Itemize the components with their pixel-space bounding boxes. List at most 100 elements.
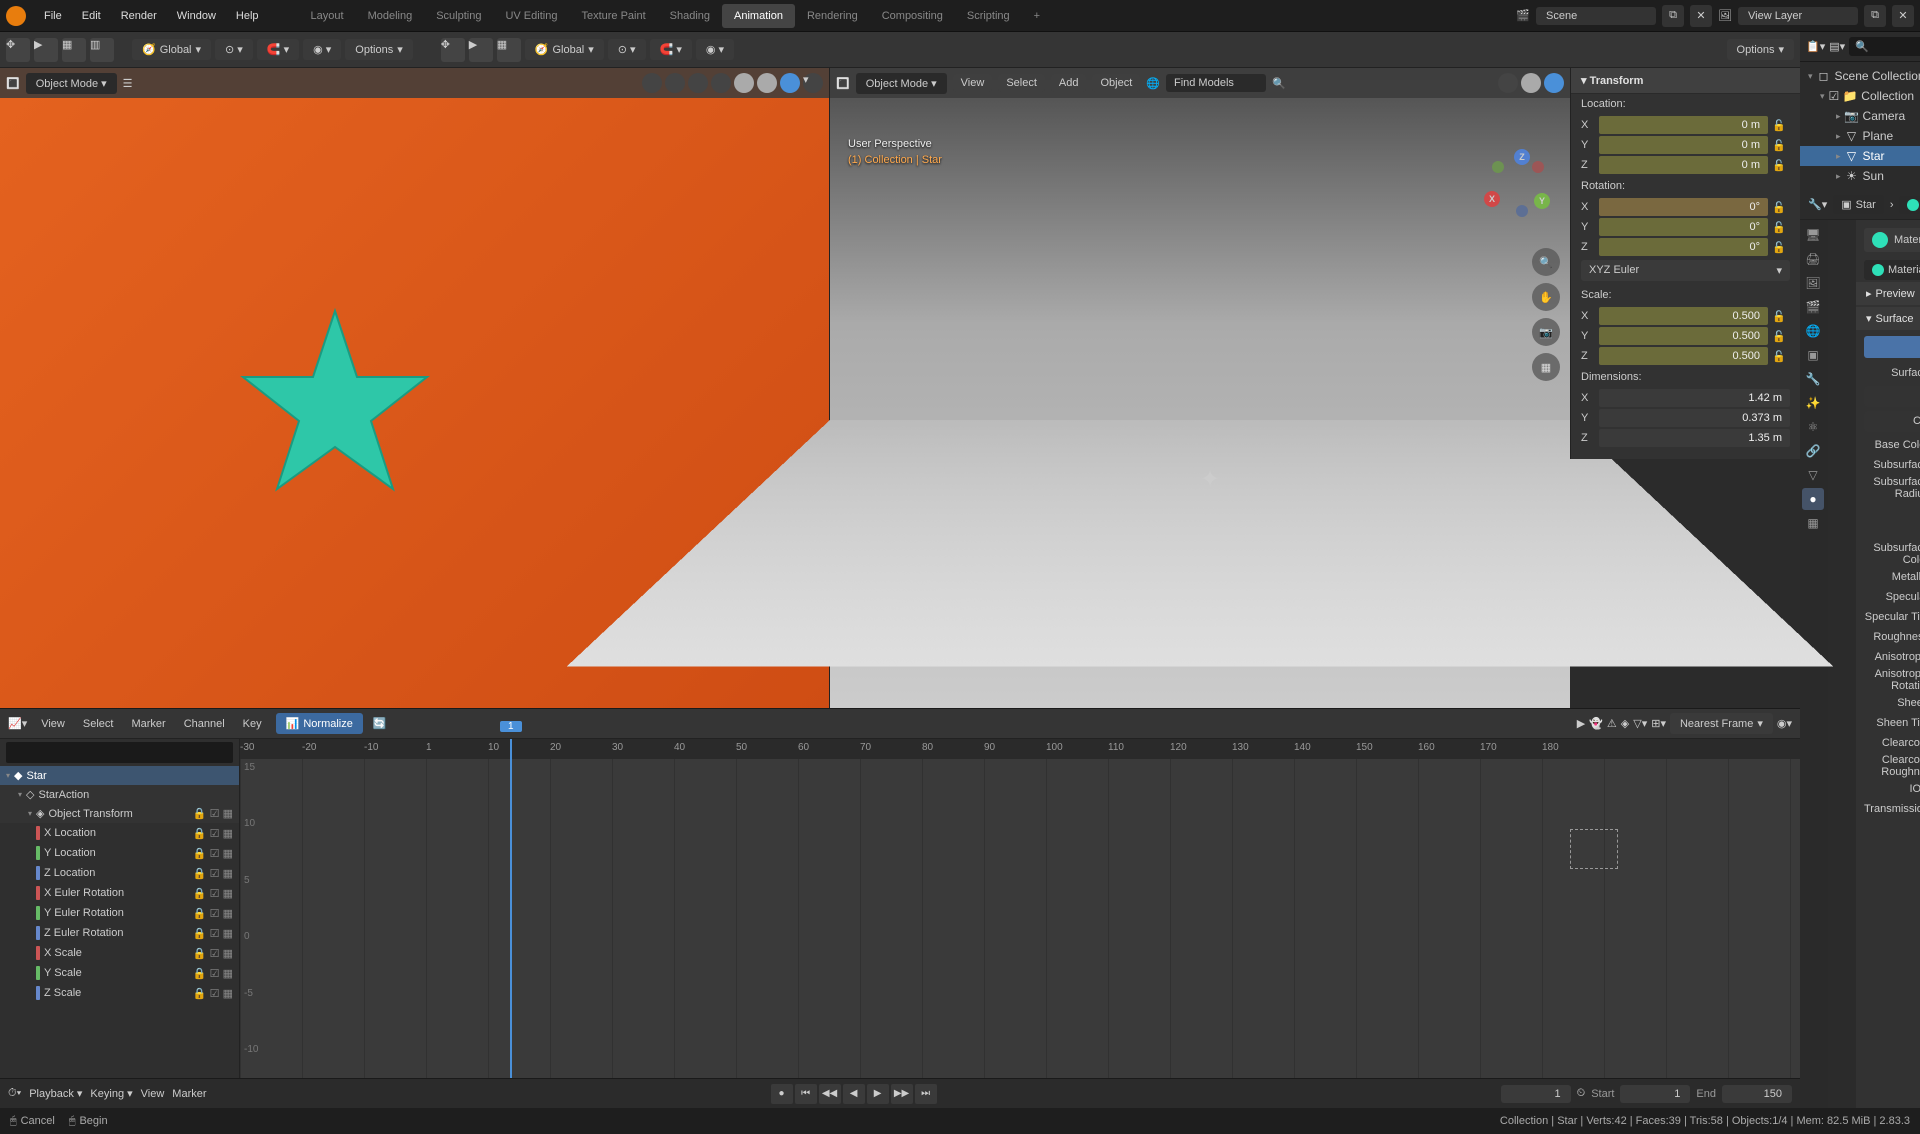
playbar-marker-menu[interactable]: Marker	[172, 1088, 206, 1100]
snap-icon[interactable]: ▥	[90, 38, 114, 62]
transform-panel-header[interactable]: ▾ Transform	[1571, 68, 1800, 94]
star-object[interactable]	[235, 307, 435, 500]
editor-type-icon[interactable]: 📈▾	[8, 717, 27, 730]
menu-render[interactable]: Render	[111, 10, 167, 22]
breadcrumb-material[interactable]: Material.005	[1899, 196, 1920, 214]
menu-edit[interactable]: Edit	[72, 10, 111, 22]
material-slot[interactable]: Material.005＋	[1864, 228, 1920, 252]
pivot-dropdown[interactable]: ⊙ ▾	[215, 39, 253, 60]
sss-method-dropdown[interactable]: Christensen-Burley▾	[1864, 411, 1920, 432]
star-object-3d[interactable]: ✦	[1200, 465, 1220, 494]
outliner-item-sun[interactable]: ▸☀Sun👁	[1800, 166, 1920, 186]
shading-dropdown-icon[interactable]	[688, 73, 708, 93]
tab-layout[interactable]: Layout	[299, 4, 356, 28]
jump-next-icon[interactable]: ▶▶	[891, 1084, 913, 1104]
frame-ruler[interactable]: -30-20-101102030405060708090100110120130…	[240, 739, 1800, 759]
render-tab-icon[interactable]: 🖥	[1802, 224, 1824, 246]
proportional-dropdown[interactable]: ◉ ▾	[303, 39, 341, 60]
preview-section-header[interactable]: ▸Preview	[1856, 282, 1920, 305]
tab-scripting[interactable]: Scripting	[955, 4, 1022, 28]
breadcrumb-object[interactable]: ▣Star	[1833, 195, 1884, 214]
object-menu[interactable]: Object	[1092, 74, 1140, 92]
location-z-field[interactable]: 0 m	[1599, 156, 1768, 174]
material-tab-icon[interactable]: ●	[1802, 488, 1824, 510]
lock-icon[interactable]: 🔓	[1772, 119, 1790, 132]
surface-section-header[interactable]: ▾Surface	[1856, 307, 1920, 330]
fcurve-y-scale[interactable]: Y Scale🔒 ☑ ▦	[0, 963, 239, 983]
jump-first-icon[interactable]: ⏮	[795, 1084, 817, 1104]
xray-toggle-icon[interactable]	[665, 73, 685, 93]
new-viewlayer-icon[interactable]: ⧉	[1864, 5, 1886, 27]
channel-action-row[interactable]: ▾◇StarAction	[0, 785, 239, 804]
lock-icon[interactable]: 🔓	[1772, 241, 1790, 254]
lock-icon[interactable]: 🔓	[1772, 310, 1790, 323]
physics-tab-icon[interactable]: ⚛	[1802, 416, 1824, 438]
jump-prev-icon[interactable]: ◀◀	[819, 1084, 841, 1104]
playhead[interactable]	[510, 739, 512, 1078]
ghost-icon[interactable]: 👻	[1589, 717, 1603, 730]
fcurve-x-euler-rotation[interactable]: X Euler Rotation🔒 ☑ ▦	[0, 883, 239, 903]
world-tab-icon[interactable]: 🌐	[1802, 320, 1824, 342]
start-frame-field[interactable]: 1	[1620, 1085, 1690, 1103]
tab-compositing[interactable]: Compositing	[870, 4, 955, 28]
dim-y-field[interactable]: 0.373 m	[1599, 409, 1790, 427]
constraint-tab-icon[interactable]: 🔗	[1802, 440, 1824, 462]
lock-icon[interactable]: 🔓	[1772, 350, 1790, 363]
add-workspace-button[interactable]: +	[1022, 4, 1052, 28]
autokey-icon[interactable]: ●	[771, 1084, 793, 1104]
select-menu[interactable]: Select	[998, 74, 1045, 92]
cursor-tool-icon[interactable]: ▶	[1577, 717, 1585, 730]
shading-material-icon[interactable]	[1544, 73, 1564, 93]
preview-range-icon[interactable]: ⏲	[1577, 1087, 1586, 1100]
refresh-icon[interactable]: 🔄	[373, 717, 387, 730]
rotation-z-field[interactable]: 0°	[1599, 238, 1768, 256]
output-tab-icon[interactable]: 🖨	[1802, 248, 1824, 270]
search-icon[interactable]: 🔍	[1272, 77, 1286, 90]
lock-icon[interactable]: 🔓	[1772, 139, 1790, 152]
cursor-icon-r[interactable]: ▶	[469, 38, 493, 62]
tab-sculpting[interactable]: Sculpting	[424, 4, 493, 28]
play-icon[interactable]: ▶	[867, 1084, 889, 1104]
warn-icon[interactable]: ⚠	[1607, 717, 1617, 730]
shading-toggle-icon[interactable]	[642, 73, 662, 93]
toggle-menus-icon[interactable]: ☰	[123, 77, 133, 90]
tab-modeling[interactable]: Modeling	[356, 4, 425, 28]
shading-options-icon[interactable]: ▾	[803, 73, 823, 93]
gizmo-z-axis[interactable]: Z	[1514, 149, 1530, 165]
select-box-icon[interactable]: ▦	[62, 38, 86, 62]
channel-search-input[interactable]	[6, 742, 233, 763]
perspective-toggle-icon[interactable]: ▦	[1532, 353, 1560, 381]
pan-icon[interactable]: ✋	[1532, 283, 1560, 311]
gizmo-neg-y[interactable]	[1492, 161, 1504, 173]
gizmo-neg-z[interactable]	[1516, 205, 1528, 217]
editor-type-icon[interactable]: ⏱▾	[8, 1087, 21, 1100]
options-dropdown-right[interactable]: Options ▾	[1727, 39, 1794, 60]
editor-type-icon[interactable]: 🔧▾	[1808, 198, 1827, 211]
modifier-tab-icon[interactable]: 🔧	[1802, 368, 1824, 390]
channel-transform-group[interactable]: ▾◈Object Transform🔒 ☑ ▦	[0, 804, 239, 823]
tool-icon[interactable]: ✥	[6, 38, 30, 62]
graph-marker-menu[interactable]: Marker	[127, 718, 169, 730]
end-frame-field[interactable]: 150	[1722, 1085, 1792, 1103]
fcurve-x-location[interactable]: X Location🔒 ☑ ▦	[0, 823, 239, 843]
pivot-dropdown-r[interactable]: ⊙ ▾	[608, 39, 646, 60]
collection-row[interactable]: ▾☑📁Collection👁	[1800, 86, 1920, 106]
mode-dropdown-left[interactable]: Object Mode ▾	[26, 73, 117, 94]
snap-dropdown[interactable]: 🧲 ▾	[257, 39, 299, 60]
shading-wireframe-icon[interactable]	[1498, 73, 1518, 93]
lock-icon[interactable]: 🔓	[1772, 330, 1790, 343]
filter-icon[interactable]: ▽▾	[1633, 717, 1647, 730]
find-models-input[interactable]: Find Models	[1166, 74, 1266, 92]
rotation-y-field[interactable]: 0°	[1599, 218, 1768, 236]
view-menu[interactable]: View	[953, 74, 993, 92]
snap-tl-icon[interactable]: ⊞▾	[1651, 717, 1666, 730]
mode-dropdown-right[interactable]: Object Mode ▾	[856, 73, 947, 94]
graph-select-menu[interactable]: Select	[79, 718, 118, 730]
app-logo-icon[interactable]	[6, 6, 26, 26]
transform-orient-dropdown[interactable]: 🧭 Global▾	[132, 39, 211, 60]
tab-rendering[interactable]: Rendering	[795, 4, 870, 28]
scene-field[interactable]: Scene	[1536, 7, 1656, 25]
viewlayer-field[interactable]: View Layer	[1738, 7, 1858, 25]
proportional-dropdown-r[interactable]: ◉ ▾	[696, 39, 734, 60]
scale-z-field[interactable]: 0.500	[1599, 347, 1768, 365]
